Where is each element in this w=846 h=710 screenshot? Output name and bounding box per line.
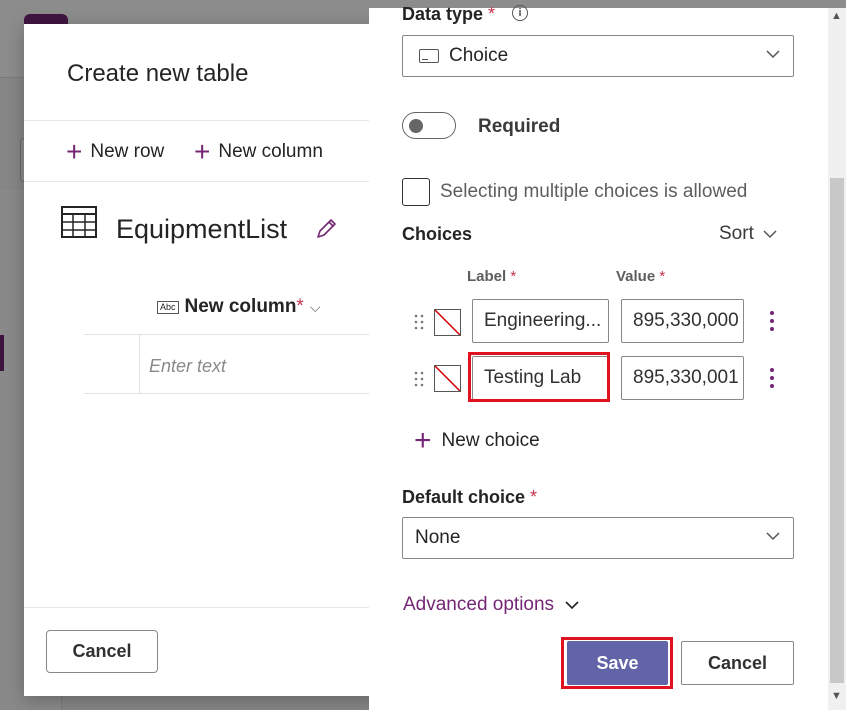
chevron-down-icon [565,601,579,610]
advanced-options-label: Advanced options [403,594,555,615]
cancel-button[interactable]: Cancel [46,630,158,673]
new-choice-label: New choice [441,430,540,451]
more-options-icon[interactable] [769,310,775,332]
divider [24,181,384,182]
grid-line [84,393,384,394]
data-type-select[interactable]: Choice [402,35,794,77]
required-label: Required [478,116,561,137]
required-star: * [296,296,304,317]
default-choice-label: Default choice * [402,487,538,507]
value-column-header: Value * [616,268,666,285]
new-choice-button[interactable]: + New choice [414,426,540,456]
new-column-label: New column [218,141,323,162]
chevron-down-icon: ⌵ [309,298,321,315]
data-type-value: Choice [449,45,509,66]
highlight-box [468,352,610,402]
choices-label: Choices [402,224,473,244]
chevron-down-icon [766,532,780,541]
default-choice-value: None [415,527,461,548]
chevron-down-icon [763,230,777,239]
column-header-label: New column [184,296,297,317]
choice-color-picker[interactable] [434,309,461,336]
drag-handle-icon[interactable] [414,371,424,387]
choice-color-picker[interactable] [434,365,461,392]
edit-pencil-icon[interactable] [314,217,338,241]
dialog-title: Create new table [67,60,249,87]
new-row-button[interactable]: + New row [66,138,164,166]
choice-label-input[interactable]: Engineering... [472,299,609,343]
plus-icon: + [66,136,83,167]
grid-line [139,335,140,393]
default-choice-select[interactable]: None [402,517,794,559]
create-table-dialog: Create new table + New row + New column … [24,24,384,696]
scroll-up-arrow-icon[interactable]: ▲ [831,10,842,22]
toggle-knob [409,119,423,133]
choice-type-icon [419,49,439,63]
plus-icon: + [194,136,211,167]
sort-label: Sort [719,223,754,244]
multi-select-checkbox[interactable] [402,178,430,206]
cell-placeholder[interactable]: Enter text [149,356,226,377]
table-name: EquipmentList [116,214,288,244]
scrollbar-thumb[interactable] [830,178,844,683]
sort-dropdown[interactable]: Sort [719,223,778,245]
choice-value-input[interactable]: 895,330,001 [621,356,744,400]
multi-select-label: Selecting multiple choices is allowed [440,181,748,202]
divider [24,607,384,608]
info-icon[interactable]: i [512,5,528,21]
data-type-label: Data type * [402,4,496,24]
column-header[interactable]: Abc New column * ⌵ [157,296,320,318]
more-options-icon[interactable] [769,367,775,389]
drag-handle-icon[interactable] [414,314,424,330]
divider [24,120,384,121]
plus-icon: + [414,424,432,457]
new-row-label: New row [90,141,165,162]
grid-line [84,334,384,335]
required-toggle[interactable] [402,112,456,139]
advanced-options-toggle[interactable]: Advanced options [403,594,580,616]
new-column-button[interactable]: + New column [194,138,323,166]
scroll-down-arrow-icon[interactable]: ▼ [831,690,842,702]
choice-value-input[interactable]: 895,330,000 [621,299,744,343]
cancel-button[interactable]: Cancel [681,641,794,685]
text-type-icon: Abc [157,300,179,314]
chevron-down-icon [766,50,780,59]
table-icon [61,206,97,238]
label-column-header: Label * [467,268,517,285]
highlight-box [561,637,673,689]
